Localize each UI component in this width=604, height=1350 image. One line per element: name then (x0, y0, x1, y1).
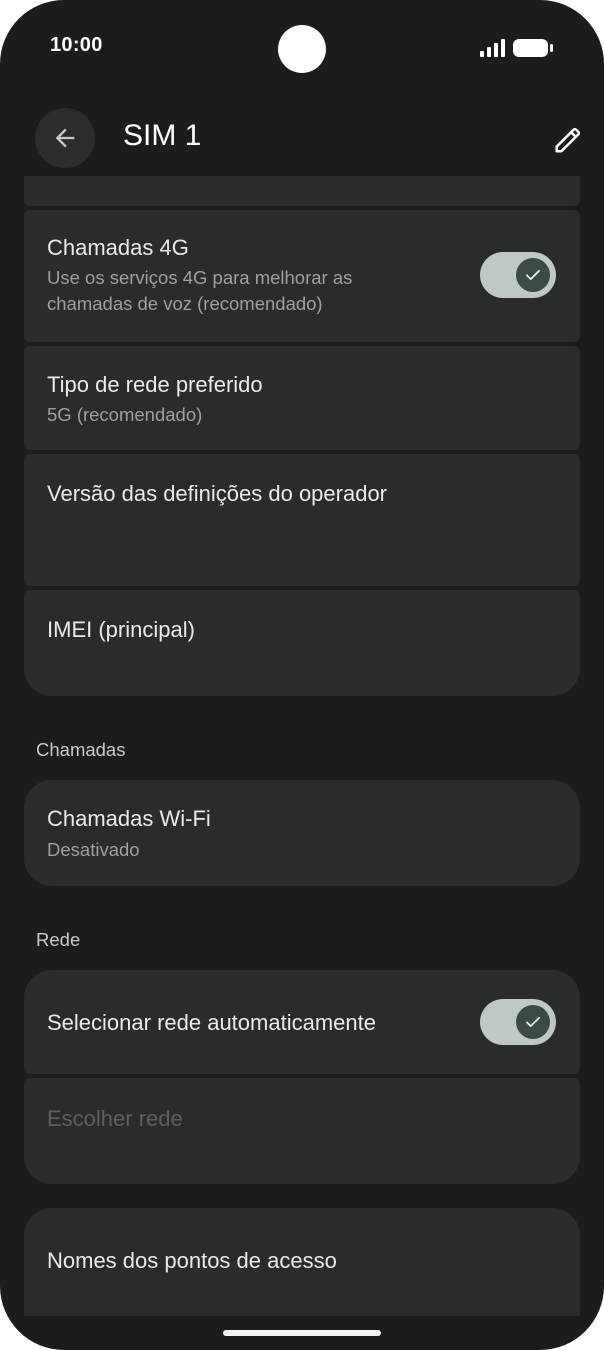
section-header-calls: Chamadas (36, 739, 126, 760)
check-icon (526, 269, 540, 281)
auto-select-network-toggle[interactable] (480, 999, 556, 1045)
pencil-icon (555, 127, 581, 153)
status-time: 10:00 (50, 34, 103, 56)
back-button[interactable] (35, 108, 95, 168)
imei-item[interactable]: IMEI (principal) (24, 590, 580, 696)
app-bar: SIM 1 (0, 100, 604, 176)
toggle-knob (516, 1005, 550, 1039)
arrow-back-icon (55, 128, 75, 148)
status-bar: 10:00 (0, 0, 604, 96)
calls-4g-toggle[interactable] (480, 252, 556, 298)
page-title: SIM 1 (123, 119, 202, 152)
auto-select-network-item[interactable]: Selecionar rede automaticamente (24, 970, 580, 1074)
preferred-network-type-title: Tipo de rede preferido (47, 372, 263, 397)
choose-network-title: Escolher rede (47, 1106, 183, 1131)
phone-screen: 10:00 SIM 1 Chamadas 4G Use os serviços … (0, 0, 604, 1350)
auto-select-network-title: Selecionar rede automaticamente (47, 1010, 376, 1035)
imei-title: IMEI (principal) (47, 617, 195, 642)
signal-icon (480, 39, 505, 57)
edit-button[interactable] (548, 120, 588, 160)
calls-4g-subtitle-line1: Use os serviços 4G para melhorar as (47, 267, 353, 288)
calls-4g-item[interactable]: Chamadas 4G Use os serviços 4G para melh… (24, 210, 580, 342)
check-icon (526, 1016, 540, 1028)
wifi-calling-status: Desativado (47, 839, 140, 860)
toggle-knob (516, 258, 550, 292)
calls-4g-title: Chamadas 4G (47, 235, 189, 260)
carrier-settings-version-title: Versão das definições do operador (47, 481, 388, 506)
section-header-network: Rede (36, 929, 81, 950)
access-point-names-item[interactable]: Nomes dos pontos de acesso (24, 1208, 580, 1316)
preferred-network-type-value: 5G (recomendado) (47, 404, 203, 425)
preferred-network-type-item[interactable]: Tipo de rede preferido 5G (recomendado) (24, 346, 580, 450)
choose-network-item: Escolher rede (24, 1078, 580, 1184)
battery-icon (513, 39, 553, 57)
carrier-settings-version-item[interactable]: Versão das definições do operador (24, 454, 580, 586)
wifi-calling-item[interactable]: Chamadas Wi-Fi Desativado (24, 780, 580, 886)
settings-list: Chamadas 4G Use os serviços 4G para melh… (0, 176, 604, 1316)
calls-4g-subtitle-line2: chamadas de voz (recomendado) (47, 293, 323, 314)
access-point-names-title: Nomes dos pontos de acesso (47, 1248, 337, 1273)
wifi-calling-title: Chamadas Wi-Fi (47, 806, 211, 831)
previous-item-card[interactable] (24, 176, 580, 206)
camera-cutout (278, 25, 326, 73)
gesture-navigation-bar[interactable] (223, 1330, 381, 1336)
